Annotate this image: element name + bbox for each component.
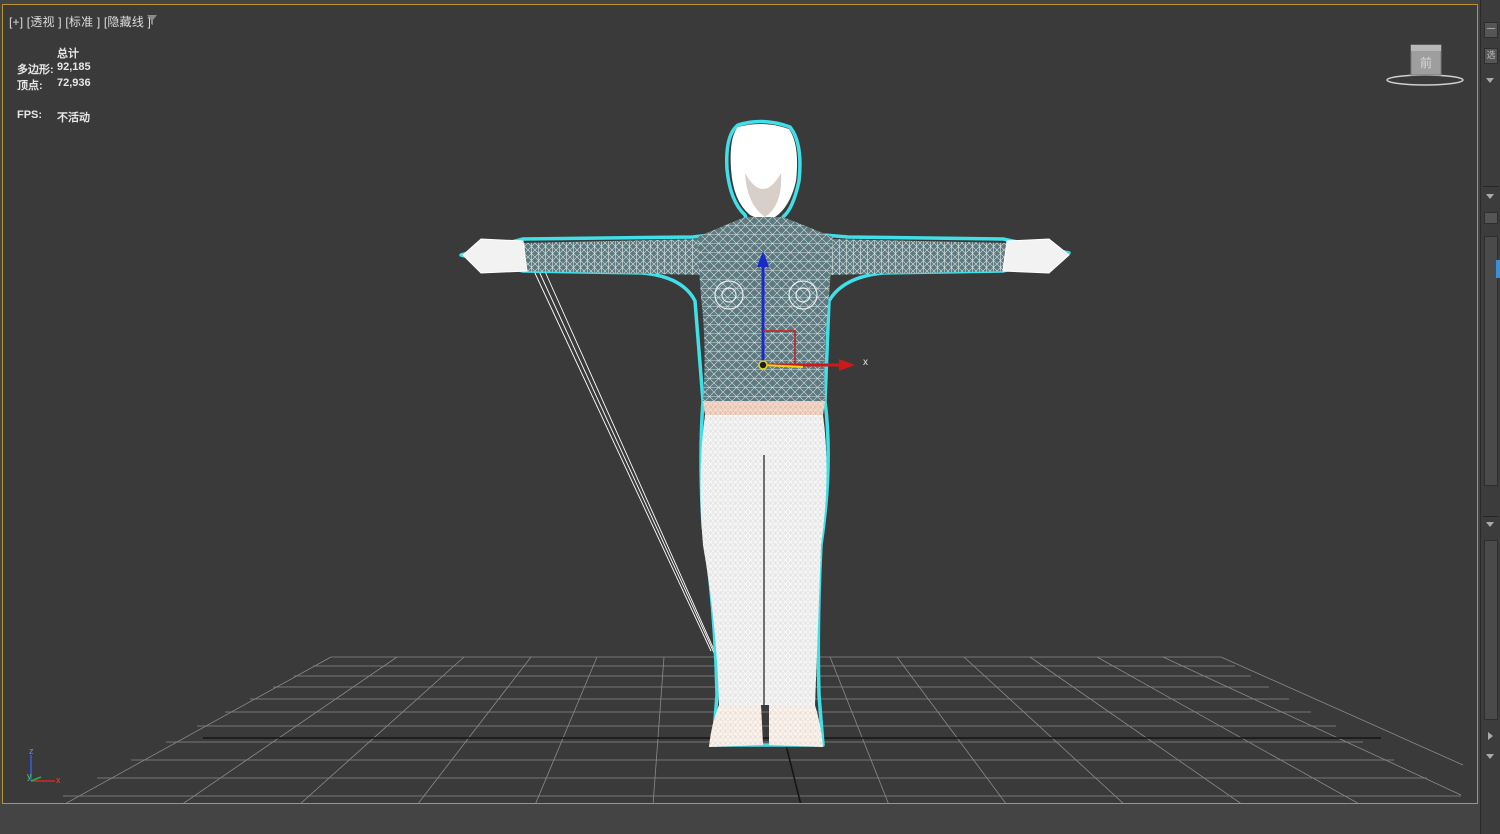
panel-checkbox[interactable] <box>1484 212 1498 224</box>
list-scrollbar-thumb[interactable] <box>1496 260 1500 278</box>
character-belt-mesh <box>703 401 825 415</box>
view-cube-face-label: 前 <box>1420 55 1432 70</box>
rollout-arrow-icon[interactable] <box>1486 194 1494 199</box>
tripod-z-label: z <box>29 746 34 756</box>
gizmo-x-label: x <box>863 357 868 368</box>
rollout-arrow-icon[interactable] <box>1486 78 1494 83</box>
gizmo-x-arrow[interactable] <box>839 359 855 371</box>
panel-rollout-body[interactable] <box>1484 540 1498 720</box>
view-cube[interactable]: 前 <box>1383 43 1467 93</box>
panel-divider <box>1483 516 1499 517</box>
character-torso-mesh <box>697 217 833 401</box>
command-panel[interactable]: 一 选 <box>1480 0 1500 834</box>
character-left-arm-mesh <box>523 239 703 275</box>
stats-poly-value: 92,185 <box>57 61 91 73</box>
stats-header: 总计 <box>57 48 79 60</box>
viewport-scene[interactable]: x <box>3 5 1478 804</box>
gizmo-center[interactable] <box>758 360 768 370</box>
tripod-x-label: x <box>56 775 61 785</box>
perspective-viewport[interactable]: x [+] [透视 ] [标准 ] [隐藏线 ] 总计 多边形: 92,185 … <box>2 4 1478 804</box>
tripod-y-label: y <box>27 771 32 781</box>
command-panel-tab[interactable]: 选 <box>1484 48 1498 64</box>
rollout-collapsed-icon[interactable] <box>1488 732 1493 740</box>
rollout-arrow-icon[interactable] <box>1486 754 1494 759</box>
stats-fps-label: FPS: <box>17 109 43 121</box>
filter-icon[interactable] <box>146 14 158 26</box>
stats-poly-label: 多边形: <box>17 64 54 76</box>
rig-lines <box>533 266 720 662</box>
status-strip <box>0 806 1480 834</box>
axis-tripod: z y x <box>27 746 61 785</box>
stats-fps-value: 不活动 <box>57 112 90 124</box>
panel-divider <box>1483 186 1499 187</box>
character-right-hand[interactable] <box>1002 238 1070 274</box>
stats-vert-label: 顶点: <box>17 80 43 92</box>
viewport-label[interactable]: [+] [透视 ] [标准 ] [隐藏线 ] <box>9 13 151 30</box>
command-panel-top-button[interactable]: 一 <box>1484 22 1498 38</box>
character-right-arm-mesh <box>829 239 1007 275</box>
stats-vert-value: 72,936 <box>57 77 91 89</box>
rollout-arrow-icon[interactable] <box>1486 522 1494 527</box>
character-left-hand[interactable] <box>462 238 528 274</box>
